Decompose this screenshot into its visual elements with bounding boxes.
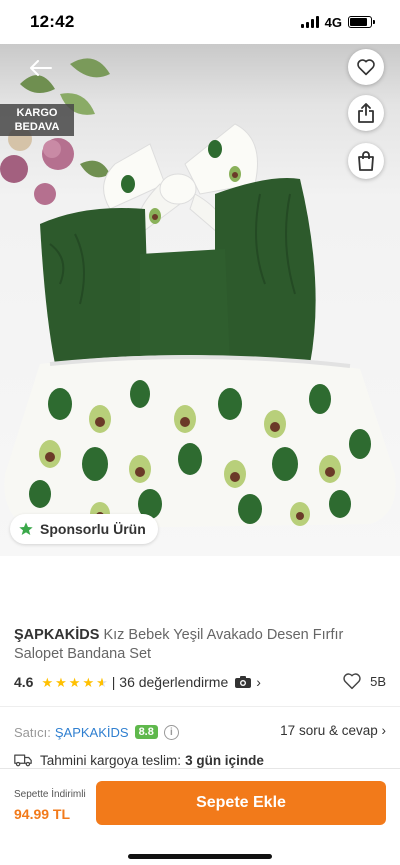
chevron-right-icon: › [256, 674, 261, 690]
status-bar: 12:42 4G [0, 0, 400, 44]
heart-outline-icon [343, 673, 361, 690]
free-shipping-badge: KARGO BEDAVA [0, 104, 74, 136]
camera-icon [235, 676, 252, 688]
product-title: ŞAPKAKİDS Kız Bebek Yeşil Avakado Desen … [14, 626, 386, 664]
badge-line-1: KARGO [16, 107, 58, 119]
star-half-icon: ★ [96, 674, 108, 690]
badge-line-2: BEDAVA [14, 121, 60, 133]
product-image-gallery[interactable]: KARGO BEDAVA Sponsorlu Ürün [0, 44, 400, 556]
seller-row[interactable]: Satıcı: ŞAPKAKİDS 8.8 i 17 soru & cevap … [14, 721, 386, 743]
network-type: 4G [324, 14, 342, 30]
divider [0, 706, 400, 707]
cart-button[interactable] [348, 143, 384, 179]
price: 94.99 TL [14, 806, 71, 822]
brand-name[interactable]: ŞAPKAKİDS [14, 627, 99, 643]
sponsored-badge: Sponsorlu Ürün [10, 514, 158, 544]
rating-value: 4.6 [14, 674, 34, 690]
star-icon: ★ [41, 674, 54, 690]
star-icon [19, 522, 33, 535]
seller-name[interactable]: ŞAPKAKİDS [55, 725, 129, 740]
home-indicator[interactable] [128, 854, 272, 859]
share-button[interactable] [348, 95, 384, 131]
back-button[interactable] [24, 54, 58, 82]
status-indicators: 4G [300, 14, 375, 30]
star-icon: ★ [82, 674, 95, 690]
star-icon: ★ [68, 674, 81, 690]
back-arrow-icon [30, 60, 52, 76]
romper-top [40, 178, 316, 376]
questions-link[interactable]: 17 soru & cevap › [280, 723, 386, 738]
signal-icon [300, 16, 319, 28]
battery-icon [348, 16, 375, 28]
heart-icon [357, 59, 375, 76]
star-icon: ★ [55, 674, 67, 690]
add-to-cart-button[interactable]: Sepete Ekle [96, 781, 386, 825]
price-label: Sepette İndirimli [14, 789, 86, 800]
shipping-value: 3 gün içinde [185, 752, 264, 768]
chevron-right-icon: › [381, 723, 387, 738]
seller-score-badge: 8.8 [134, 725, 158, 739]
truck-icon [14, 754, 32, 767]
favorite-button[interactable] [348, 49, 384, 85]
questions-label: 17 soru & cevap [280, 723, 378, 738]
shipping-label: Tahmini kargoya teslim: [40, 752, 182, 768]
info-icon[interactable]: i [163, 724, 179, 740]
favorite-count[interactable]: 5B [342, 672, 386, 690]
share-icon [358, 103, 374, 123]
shopping-bag-icon [358, 151, 374, 171]
seller-label: Satıcı: [14, 724, 51, 740]
status-time: 12:42 [30, 12, 75, 31]
sponsored-label: Sponsorlu Ürün [40, 521, 146, 537]
bottom-action-bar: Sepette İndirimli 94.99 TL Sepete Ekle [0, 768, 400, 865]
review-count[interactable]: | 36 değerlendirme [112, 674, 228, 690]
rating-stars: ★ ★ ★ ★ ★ [41, 676, 107, 689]
rating-row[interactable]: 4.6 ★ ★ ★ ★ ★ | 36 değerlendirme › 5B [14, 672, 386, 692]
favorite-count-value: 5B [370, 673, 386, 689]
